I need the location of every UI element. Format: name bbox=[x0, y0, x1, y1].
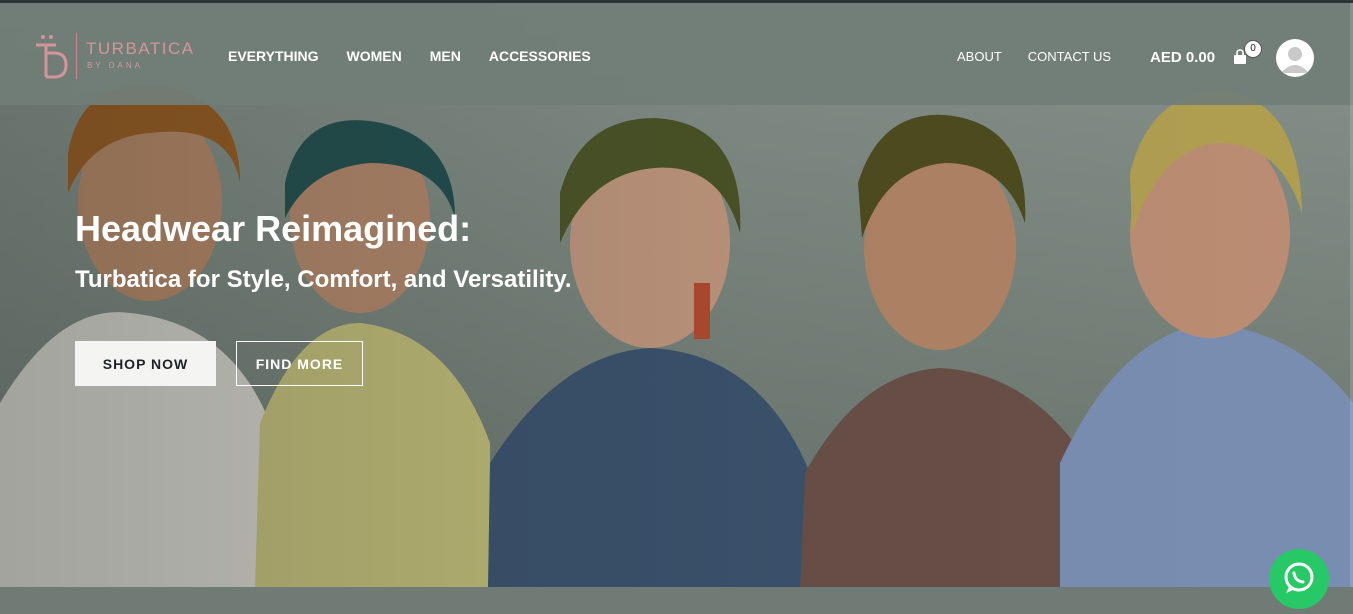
cart-total[interactable]: AED 0.00 bbox=[1150, 49, 1215, 66]
whatsapp-icon bbox=[1284, 562, 1314, 593]
account-avatar[interactable] bbox=[1276, 39, 1314, 77]
secondary-navigation: ABOUT CONTACT US bbox=[957, 49, 1137, 64]
cart-count-badge: 0 bbox=[1244, 40, 1262, 58]
site-header: TURBATICA BY DANA EVERYTHING WOMEN MEN A… bbox=[0, 3, 1353, 105]
brand-name: TURBATICA bbox=[86, 39, 195, 58]
nav-link-about[interactable]: ABOUT bbox=[957, 49, 1002, 64]
turbatica-monogram-icon bbox=[36, 35, 68, 79]
logo-divider bbox=[76, 33, 77, 79]
brand-logo[interactable]: TURBATICA BY DANA bbox=[34, 33, 204, 81]
nav-link-men[interactable]: MEN bbox=[430, 48, 461, 64]
hero-subtitle: Turbatica for Style, Comfort, and Versat… bbox=[75, 266, 572, 293]
nav-link-accessories[interactable]: ACCESSORIES bbox=[489, 48, 591, 64]
whatsapp-chat-button[interactable] bbox=[1269, 549, 1329, 609]
main-navigation: EVERYTHING WOMEN MEN ACCESSORIES bbox=[228, 48, 619, 64]
hero-title: Headwear Reimagined: bbox=[75, 208, 472, 249]
nav-link-everything[interactable]: EVERYTHING bbox=[228, 48, 319, 64]
user-avatar-icon bbox=[1281, 47, 1309, 73]
find-more-button[interactable]: FIND MORE bbox=[236, 341, 363, 386]
nav-link-contact[interactable]: CONTACT US bbox=[1028, 49, 1111, 64]
shop-now-button[interactable]: SHOP NOW bbox=[75, 341, 216, 386]
nav-link-women[interactable]: WOMEN bbox=[347, 48, 402, 64]
brand-tagline: BY DANA bbox=[87, 61, 143, 70]
